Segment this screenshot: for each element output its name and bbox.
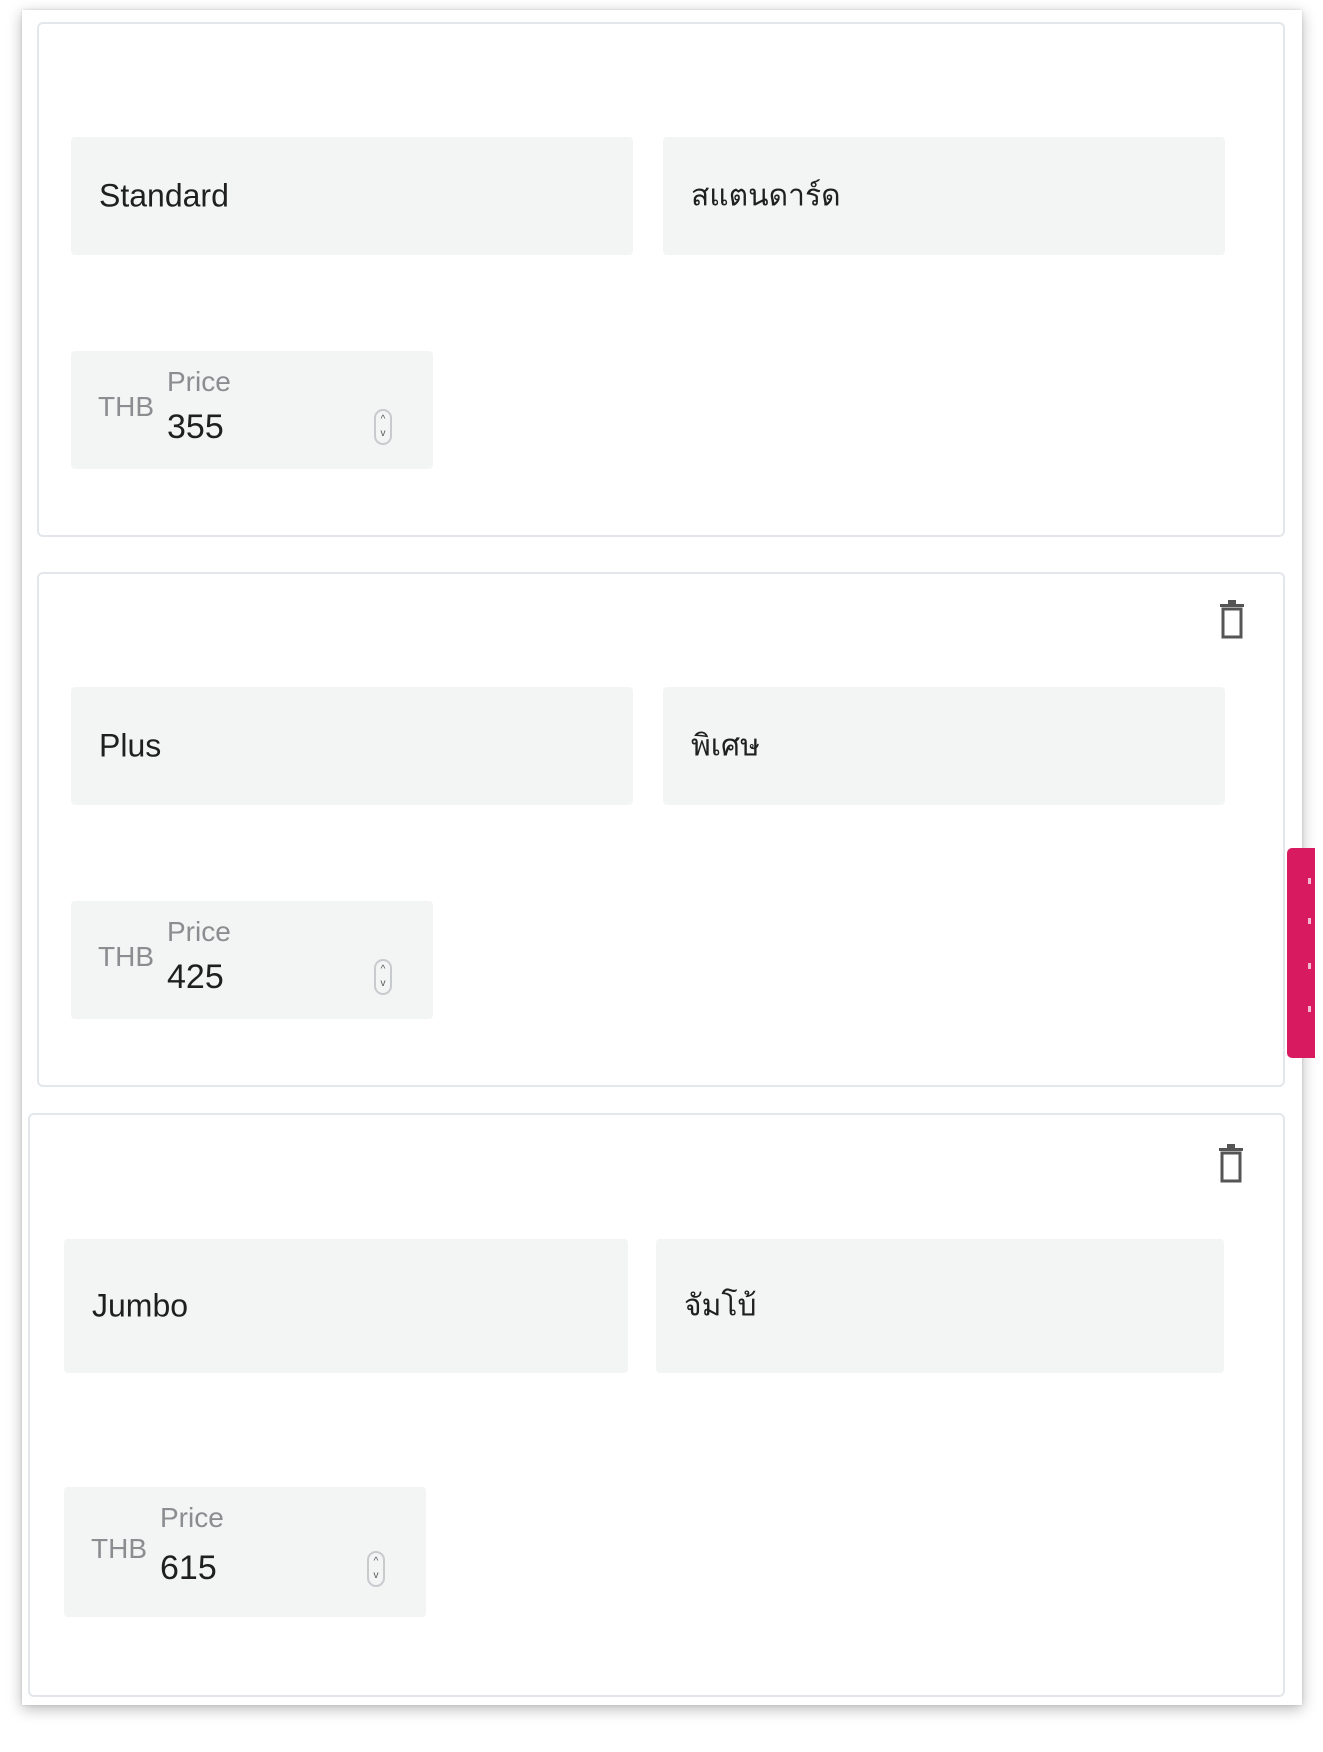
price-label: Price: [160, 1502, 224, 1533]
price-label: Price: [167, 916, 231, 947]
variant-card-jumbo: Jumbo จัมโบ้ THB Price 615 ^ v: [28, 1113, 1285, 1697]
side-feedback-tab[interactable]: [1287, 848, 1315, 1058]
stepper-up-icon[interactable]: ^: [378, 415, 388, 425]
side-tab-mark: [1308, 878, 1311, 884]
currency-prefix: THB: [98, 391, 154, 422]
stepper-down-icon[interactable]: v: [371, 1571, 381, 1581]
variant-name-th-field[interactable]: พิเศษ: [663, 687, 1225, 805]
price-input[interactable]: THB Price 355 ^ v: [71, 351, 433, 469]
price-label: Price: [167, 366, 231, 397]
variant-card-plus: Plus พิเศษ THB Price 425 ^ v: [37, 572, 1285, 1087]
stepper-up-icon[interactable]: ^: [378, 965, 388, 975]
variant-name-th-value: จัมโบ้: [684, 1288, 757, 1324]
variant-name-th-field[interactable]: จัมโบ้: [656, 1239, 1224, 1373]
variant-name-th-field[interactable]: สแตนดาร์ด: [663, 137, 1225, 255]
variant-name-en-value: Standard: [99, 177, 229, 214]
stepper-arrows-icon[interactable]: ^ v: [374, 409, 392, 445]
stepper-up-icon[interactable]: ^: [371, 1557, 381, 1567]
price-value: 615: [160, 1549, 217, 1587]
side-tab-mark: [1308, 1006, 1311, 1012]
variant-name-en-field[interactable]: Plus: [71, 687, 633, 805]
stepper-arrows-icon[interactable]: ^ v: [367, 1551, 385, 1587]
side-tab-mark: [1308, 963, 1311, 969]
side-tab-mark: [1308, 918, 1311, 924]
price-input[interactable]: THB Price 615 ^ v: [64, 1487, 426, 1617]
stepper-arrows-icon[interactable]: ^ v: [374, 959, 392, 995]
variant-card-standard: Standard สแตนดาร์ด THB Price 355 ^ v: [37, 22, 1285, 537]
trash-icon[interactable]: [1216, 1142, 1246, 1184]
variant-list-panel: Standard สแตนดาร์ด THB Price 355 ^ v Plu…: [22, 10, 1315, 1705]
price-value: 355: [167, 408, 224, 446]
variant-name-en-field[interactable]: Jumbo: [64, 1239, 628, 1373]
trash-icon[interactable]: [1217, 598, 1247, 640]
variant-name-th-value: สแตนดาร์ด: [691, 178, 841, 214]
variant-name-en-value: Jumbo: [92, 1287, 189, 1324]
variant-name-en-field[interactable]: Standard: [71, 137, 633, 255]
currency-prefix: THB: [98, 941, 154, 972]
variant-name-th-value: พิเศษ: [691, 728, 760, 764]
stepper-down-icon[interactable]: v: [378, 979, 388, 989]
currency-prefix: THB: [91, 1533, 147, 1564]
stepper-down-icon[interactable]: v: [378, 429, 388, 439]
price-input[interactable]: THB Price 425 ^ v: [71, 901, 433, 1019]
price-value: 425: [167, 958, 224, 996]
variant-name-en-value: Plus: [99, 727, 162, 764]
